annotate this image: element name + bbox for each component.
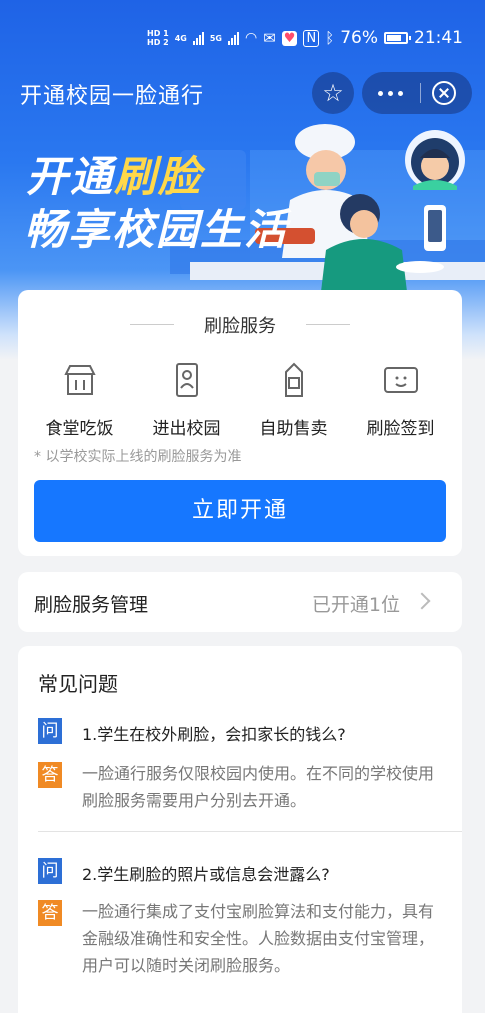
campus-gate-icon — [175, 363, 198, 397]
banner-headline-1: 开通刷脸 — [26, 143, 202, 204]
divider — [38, 831, 462, 832]
wifi-icon: ◠ — [245, 30, 258, 46]
faq-title: 常见问题 — [38, 672, 118, 696]
network-5g-label: 5G — [209, 33, 222, 43]
service-label: 自助售卖 — [259, 419, 328, 439]
enabled-count: 已开通1位 — [311, 594, 400, 616]
miniapp-capsule — [362, 72, 472, 114]
nfc-icon: N — [303, 29, 320, 47]
signal-icon — [192, 31, 204, 45]
service-label: 进出校园 — [152, 419, 221, 439]
close-icon[interactable] — [432, 81, 456, 105]
management-label: 刷脸服务管理 — [34, 594, 149, 616]
service-note: * 以学校实际上线的刷脸服务为准 — [34, 449, 242, 465]
question-text: 2.学生刷脸的照片或信息会泄露么? — [82, 865, 330, 884]
network-4g-label: 4G — [174, 33, 187, 43]
answer-badge: 答 — [38, 762, 62, 788]
mail-icon: ✉ — [263, 29, 276, 47]
battery-percent: 76% — [340, 28, 378, 48]
service-label: 食堂吃饭 — [45, 419, 114, 439]
banner-headline-2: 畅享校园生活 — [24, 205, 289, 254]
question-badge: 问 — [38, 718, 62, 744]
faq-card: 常见问题 问 1.学生在校外刷脸，会扣家长的钱么? 答 一脸通行服务仅限校园内使… — [18, 646, 462, 1013]
service-label: 刷脸签到 — [366, 419, 435, 439]
more-button[interactable] — [378, 91, 403, 96]
canteen-icon — [63, 365, 96, 395]
service-title: 刷脸服务 — [204, 316, 276, 337]
star-icon: ☆ — [322, 79, 344, 107]
face-service-card: 刷脸服务 食堂吃饭 进出校园 自助售卖 刷脸签到 * 以学校实际上线的刷脸服务为… — [18, 290, 462, 556]
clock: 21:41 — [414, 28, 463, 48]
open-now-button[interactable]: 立即开通 — [34, 480, 446, 542]
battery-icon — [384, 32, 411, 44]
service-header: 刷脸服务 — [18, 312, 462, 337]
answer-text: 一脸通行服务仅限校园内使用。在不同的学校使用刷脸服务需要用户分别去开通。 — [82, 764, 435, 810]
banner-prefix: 开通 — [26, 152, 115, 201]
service-item-checkin: 刷脸签到 — [351, 360, 451, 439]
signal-icon — [228, 31, 239, 45]
divider — [306, 324, 350, 325]
service-item-canteen: 食堂吃饭 — [30, 360, 130, 439]
service-management-row[interactable]: 刷脸服务管理 已开通1位 — [18, 572, 462, 632]
favorite-button[interactable]: ☆ — [312, 72, 354, 114]
bluetooth-icon: ᛒ — [325, 29, 335, 47]
service-list: 食堂吃饭 进出校园 自助售卖 刷脸签到 — [18, 360, 462, 439]
answer-badge: 答 — [38, 900, 62, 926]
answer-text: 一脸通行集成了支付宝刷脸算法和支付能力，具有金融级准确性和安全性。人脸数据由支付… — [82, 902, 435, 975]
status-bar: HD 1 HD 2 4G 5G ◠ ✉ ♥ N ᛒ 76% 21:41 — [0, 0, 485, 56]
page-title: 开通校园一脸通行 — [20, 84, 205, 109]
hd2-indicator: HD 2 — [147, 38, 169, 47]
vending-icon — [284, 362, 303, 397]
service-item-vending: 自助售卖 — [244, 360, 344, 439]
hd1-indicator: HD 1 — [147, 29, 169, 38]
service-item-gate: 进出校园 — [137, 360, 237, 439]
banner-highlight: 刷脸 — [114, 152, 203, 201]
capsule-divider — [420, 83, 421, 103]
question-text: 1.学生在校外刷脸，会扣家长的钱么? — [82, 725, 346, 744]
health-app-icon: ♥ — [281, 30, 298, 46]
question-badge: 问 — [38, 858, 62, 884]
face-checkin-icon — [383, 367, 418, 393]
nav-bar: 开通校园一脸通行 ☆ — [0, 64, 485, 120]
chevron-right-icon — [413, 592, 431, 610]
